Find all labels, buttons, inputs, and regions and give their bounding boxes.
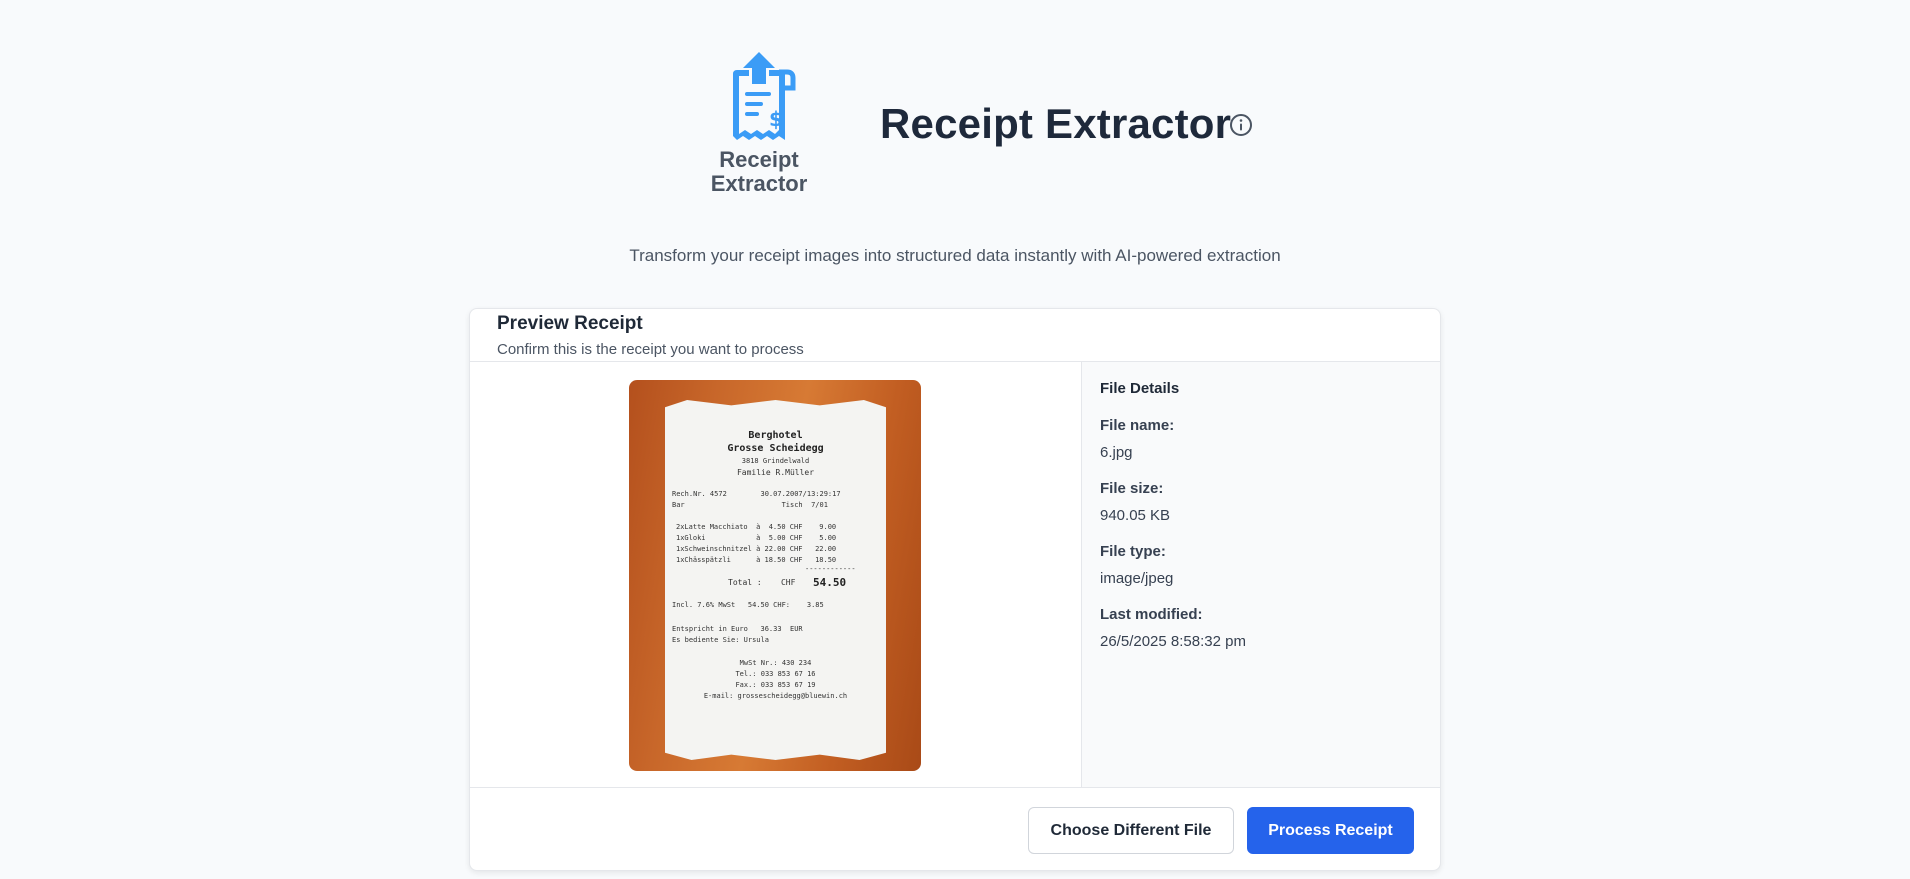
receipt-line: 1xSchweinschnitzel à 22.00 CHF 22.00 bbox=[676, 545, 837, 553]
card-description: Confirm this is the receipt you want to … bbox=[497, 341, 804, 358]
receipt-preview-pane: Berghotel Grosse Scheidegg 3818 Grindelw… bbox=[470, 362, 1081, 787]
info-icon[interactable] bbox=[1229, 113, 1253, 137]
receipt-line: Entspricht in Euro 36.33 EUR bbox=[672, 625, 803, 633]
file-size-label: File size: bbox=[1100, 480, 1164, 497]
receipt-upload-icon: $ bbox=[733, 52, 796, 140]
receipt-line: Bar Tisch 7/01 bbox=[672, 501, 828, 509]
card-footer: Choose Different File Process Receipt bbox=[470, 787, 1440, 871]
file-details-title: File Details bbox=[1100, 380, 1180, 397]
preview-card: Preview Receipt Confirm this is the rece… bbox=[469, 308, 1441, 871]
app-logo: $ Receipt Extractor bbox=[700, 48, 818, 198]
logo-text: Receipt Extractor bbox=[700, 148, 818, 196]
receipt-line: Total : CHF bbox=[728, 578, 796, 587]
process-receipt-button[interactable]: Process Receipt bbox=[1247, 807, 1414, 854]
choose-different-file-button[interactable]: Choose Different File bbox=[1028, 807, 1234, 854]
file-name-value: 6.jpg bbox=[1100, 444, 1133, 461]
receipt-line: Incl. 7.6% MwSt 54.50 CHF: 3.85 bbox=[672, 601, 824, 609]
receipt-line: E-mail: grossescheidegg@bluewin.ch bbox=[703, 692, 848, 700]
receipt-line: Berghotel bbox=[748, 430, 803, 441]
receipt-line: Tel.: 033 853 67 16 bbox=[735, 670, 816, 678]
receipt-line: Fax.: 033 853 67 19 bbox=[735, 681, 816, 689]
logo-text-line1: Receipt bbox=[719, 147, 799, 172]
file-type-label: File type: bbox=[1100, 543, 1166, 560]
file-size-value: 940.05 KB bbox=[1100, 507, 1171, 524]
file-details-pane: File Details File name: 6.jpg File size:… bbox=[1081, 362, 1440, 787]
card-header: Preview Receipt Confirm this is the rece… bbox=[470, 309, 1440, 362]
last-modified-label: Last modified: bbox=[1100, 606, 1203, 623]
file-type-value: image/jpeg bbox=[1100, 570, 1174, 587]
page-title: Receipt Extractor bbox=[880, 100, 1232, 147]
card-title: Preview Receipt bbox=[497, 313, 643, 334]
receipt-image: Berghotel Grosse Scheidegg 3818 Grindelw… bbox=[629, 380, 921, 771]
receipt-line: Familie R.Müller bbox=[736, 468, 815, 477]
receipt-total: 54.50 bbox=[813, 576, 847, 589]
receipt-line: 1xGloki à 5.00 CHF 5.00 bbox=[676, 534, 837, 542]
last-modified-value: 26/5/2025 8:58:32 pm bbox=[1100, 633, 1246, 650]
receipt-paper: Berghotel Grosse Scheidegg 3818 Grindelw… bbox=[665, 400, 886, 760]
receipt-line: Rech.Nr. 4572 30.07.2007/13:29:17 bbox=[672, 490, 841, 498]
page-subtitle: Transform your receipt images into struc… bbox=[629, 246, 1281, 265]
receipt-line: 3818 Grindelwald bbox=[741, 457, 810, 465]
receipt-line: Grosse Scheidegg bbox=[727, 443, 824, 454]
receipt-line: 1xChässpätzli à 18.50 CHF 18.50 bbox=[676, 556, 837, 564]
receipt-line: Es bediente Sie: Ursula bbox=[672, 636, 769, 644]
receipt-line: MwSt Nr.: 430 234 bbox=[739, 659, 812, 667]
receipt-line: ------------ bbox=[805, 565, 856, 573]
file-name-label: File name: bbox=[1100, 417, 1175, 434]
logo-text-line2: Extractor bbox=[710, 171, 808, 196]
svg-text:$: $ bbox=[769, 107, 783, 131]
header: $ Receipt Extractor Receipt Extractor bbox=[0, 0, 1910, 230]
receipt-line: 2xLatte Macchiato à 4.50 CHF 9.00 bbox=[676, 523, 837, 531]
